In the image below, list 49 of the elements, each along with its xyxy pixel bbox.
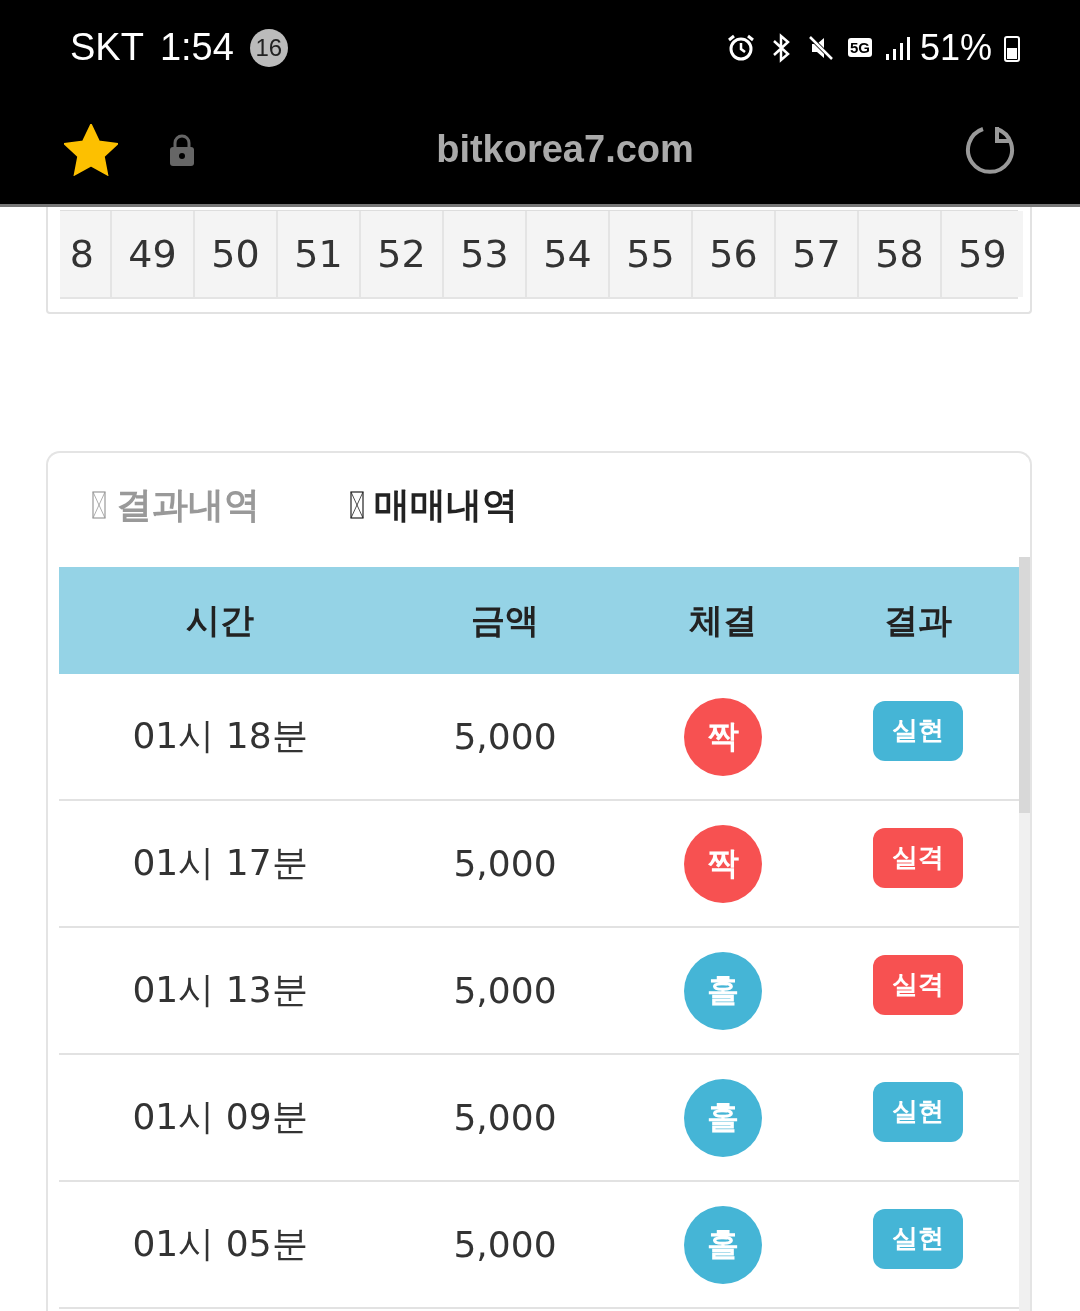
amount-cell: 5,000 (381, 800, 629, 927)
alarm-icon (725, 32, 756, 63)
clock-time: 1:54 (159, 26, 234, 69)
result-badge: 실현 (873, 1081, 963, 1142)
amount-cell: 5,000 (381, 927, 629, 1054)
result-badge: 실현 (873, 1208, 963, 1269)
network-type: 5G (847, 38, 872, 57)
number-cell[interactable]: 8 (60, 211, 110, 297)
time-cell: 01시 09분 (59, 1054, 381, 1181)
number-cell[interactable]: 58 (859, 211, 940, 297)
odd-even-badge: 홀 (684, 951, 762, 1030)
number-cell[interactable]: 55 (610, 211, 691, 297)
time-cell: 01시 17분 (59, 800, 381, 927)
amount-cell: 5,000 (381, 674, 629, 800)
notification-count: 16 (249, 28, 288, 67)
time-cell: 01시 05분 (59, 1181, 381, 1308)
column-header: 금액 (381, 567, 629, 674)
number-cell[interactable]: 57 (776, 211, 857, 297)
column-header: 시간 (59, 567, 381, 674)
number-cell[interactable]: 53 (444, 211, 525, 297)
missing-glyph-icon (92, 491, 106, 519)
result-badge: 실격 (873, 827, 963, 888)
lock-icon (168, 132, 196, 167)
number-cell[interactable]: 49 (112, 211, 193, 297)
time-cell: 01시 13분 (59, 927, 381, 1054)
star-icon[interactable] (64, 123, 118, 176)
amount-cell: 5,000 (381, 1054, 629, 1181)
column-header: 결과 (817, 567, 1019, 674)
carrier-label: SKT (70, 26, 144, 69)
missing-glyph-icon (350, 491, 364, 519)
number-cell[interactable]: 59 (942, 211, 1023, 297)
odd-even-badge: 홀 (684, 1205, 762, 1284)
result-badge: 실현 (873, 700, 963, 761)
result-badge: 실격 (873, 954, 963, 1015)
battery-percent: 51% (919, 26, 992, 69)
odd-even-badge: 짝 (684, 824, 762, 903)
odd-even-badge: 짝 (684, 697, 762, 776)
number-cell[interactable]: 51 (278, 211, 359, 297)
tab[interactable]: 매매내역 (350, 480, 518, 530)
scrollbar[interactable] (1019, 557, 1030, 1311)
number-cell[interactable]: 54 (527, 211, 608, 297)
column-header: 체결 (629, 567, 817, 674)
number-cell[interactable]: 50 (195, 211, 276, 297)
number-cell[interactable]: 52 (361, 211, 442, 297)
number-cell[interactable]: 56 (693, 211, 774, 297)
odd-even-badge: 홀 (684, 1078, 762, 1157)
amount-cell: 5,000 (381, 1181, 629, 1308)
battery-icon (1004, 33, 1020, 62)
time-cell: 01시 18분 (59, 674, 381, 800)
